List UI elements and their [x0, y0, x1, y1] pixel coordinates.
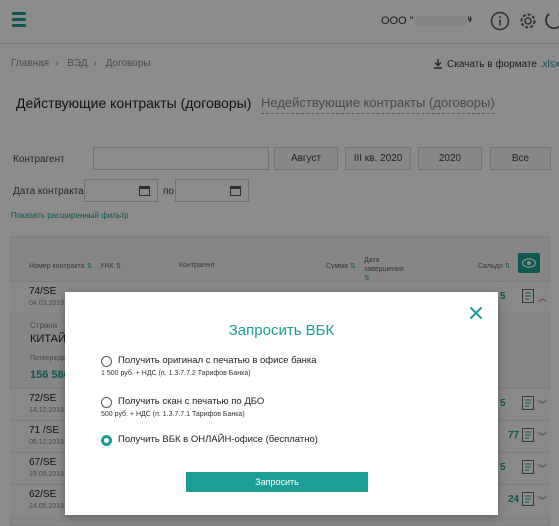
request-button[interactable]: Запросить [186, 472, 368, 492]
request-vbk-dialog: Запросить ВБК Получить оригинал с печать… [65, 292, 498, 515]
radio-button[interactable] [101, 356, 112, 367]
close-icon[interactable] [469, 306, 483, 320]
dialog-title: Запросить ВБК [228, 322, 335, 339]
option-note: 1 500 руб. + НДС (п. 1.3.7.7.2 Тарифов Б… [101, 370, 251, 377]
option-label: Получить ВБК в ОНЛАЙН-офисе (бесплатно) [118, 434, 318, 445]
radio-button[interactable] [101, 397, 112, 408]
option-label: Получить скан с печатью по ДБО [118, 396, 265, 407]
radio-button-selected[interactable] [101, 435, 112, 446]
option-label: Получить оригинал с печатью в офисе банк… [118, 355, 317, 366]
option-note: 500 руб. + НДС (п. 1.3.7.7.1 Тарифов Бан… [101, 411, 245, 418]
